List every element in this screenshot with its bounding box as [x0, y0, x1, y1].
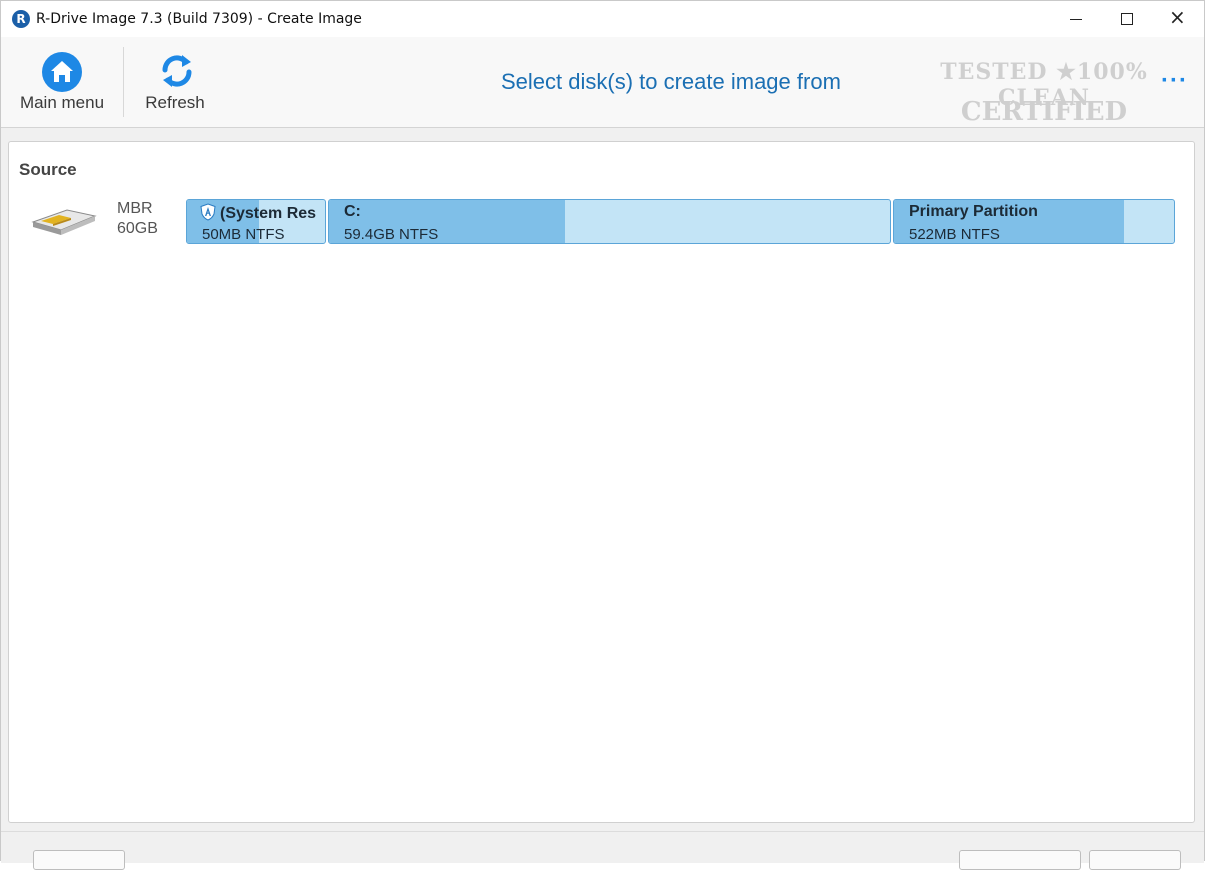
toolbar: Main menu Refresh Select disk(s) to crea…	[1, 37, 1204, 128]
partition-system-reserved[interactable]: (System Res 50MB NTFS	[186, 199, 326, 244]
help-button[interactable]	[33, 850, 125, 870]
partition-name: C:	[344, 203, 361, 220]
partition-name: (System Res	[220, 205, 317, 222]
partition-info: 522MB NTFS	[909, 226, 1000, 243]
main-menu-button[interactable]: Main menu	[11, 37, 113, 127]
app-window: R R-Drive Image 7.3 (Build 7309) - Creat…	[0, 0, 1205, 870]
partition-name: Primary Partition	[909, 203, 1038, 220]
partition-c-drive[interactable]: C: 59.4GB NTFS	[328, 199, 891, 244]
disk-size: 60GB	[117, 220, 158, 237]
title-bar: R R-Drive Image 7.3 (Build 7309) - Creat…	[1, 1, 1204, 37]
close-icon: ×	[1169, 5, 1186, 29]
disk-info[interactable]: MBR 60GB	[117, 199, 158, 239]
partition-info: 59.4GB NTFS	[344, 226, 439, 243]
minimize-icon	[1070, 19, 1082, 20]
more-options-icon[interactable]: ···	[1161, 67, 1188, 95]
refresh-icon	[157, 51, 197, 91]
partition-primary[interactable]: Primary Partition 522MB NTFS	[893, 199, 1175, 244]
page-title: Select disk(s) to create image from	[501, 69, 841, 94]
disk-scheme: MBR	[117, 200, 153, 217]
maximize-button[interactable]	[1104, 1, 1150, 37]
source-panel: Source MBR 60GB (System Res 50MB NTFS C:…	[8, 141, 1195, 823]
app-logo-icon: R	[12, 10, 30, 28]
refresh-button[interactable]: Refresh	[127, 37, 223, 127]
partition-info: 50MB NTFS	[202, 226, 285, 243]
close-button[interactable]: ×	[1155, 1, 1201, 37]
next-button[interactable]	[959, 850, 1081, 870]
refresh-label: Refresh	[145, 93, 205, 112]
toolbar-separator	[123, 47, 124, 117]
bottom-bar	[1, 831, 1204, 870]
home-icon	[42, 52, 82, 92]
source-heading: Source	[19, 160, 77, 179]
minimize-button[interactable]	[1053, 1, 1099, 37]
maximize-icon	[1121, 13, 1133, 25]
cancel-button[interactable]	[1089, 850, 1181, 870]
window-title: R-Drive Image 7.3 (Build 7309) - Create …	[36, 11, 362, 27]
hard-disk-icon[interactable]	[29, 202, 99, 238]
shield-icon	[200, 203, 216, 221]
main-menu-label: Main menu	[19, 93, 105, 112]
